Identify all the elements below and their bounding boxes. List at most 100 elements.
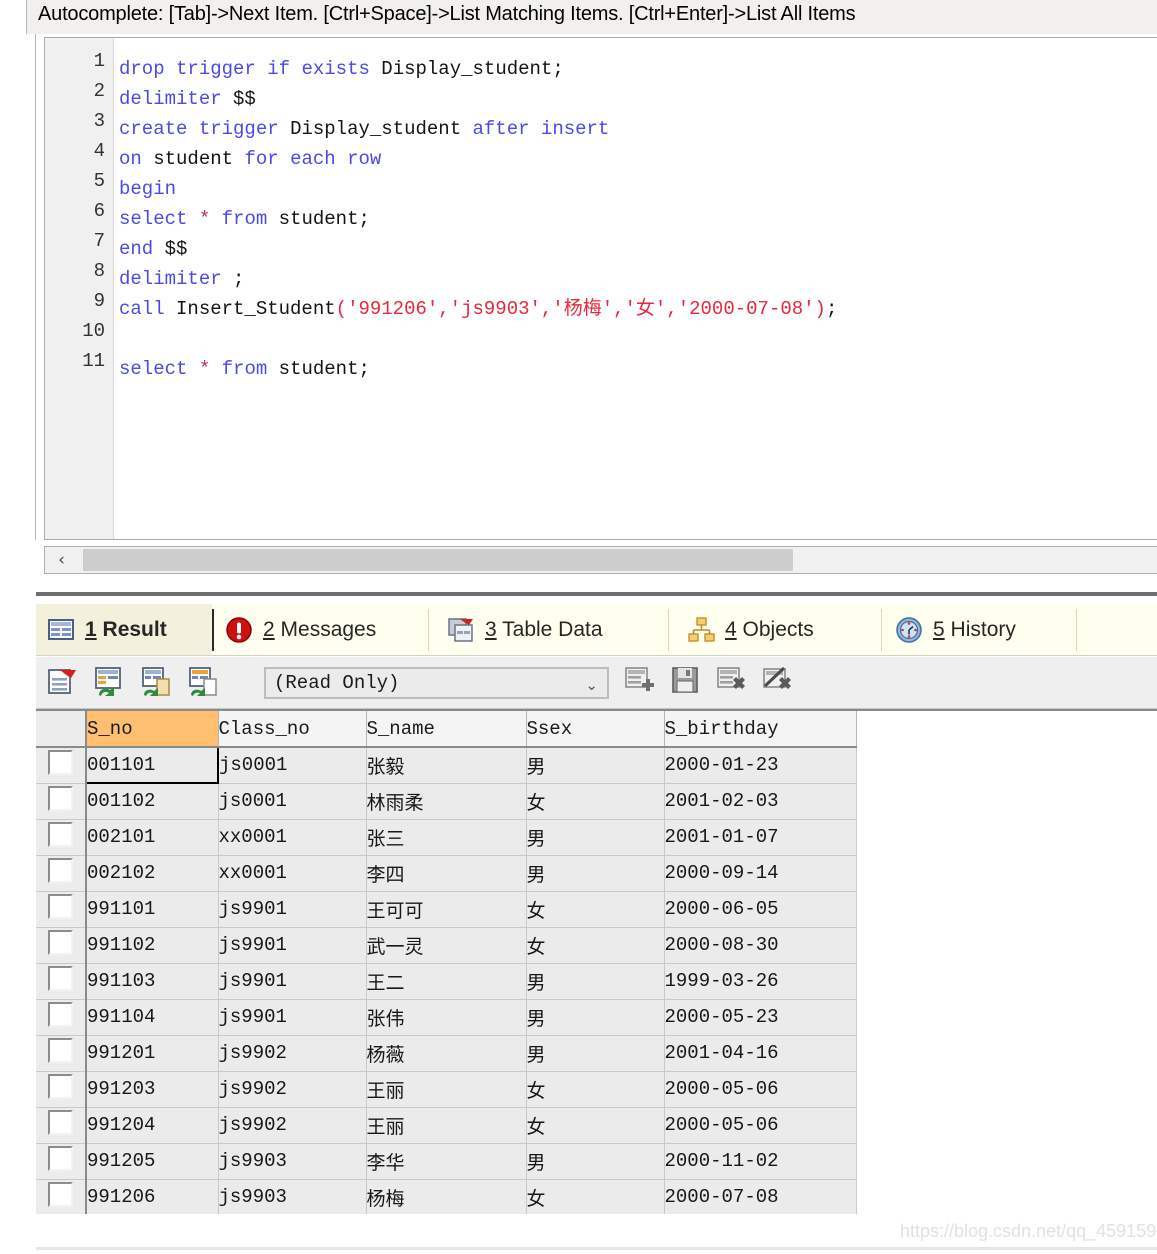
save-record-icon[interactable] xyxy=(670,665,704,699)
table-row[interactable]: 991206 js9903 杨梅 女 2000-07-08 xyxy=(36,1179,857,1216)
export-to-file-icon[interactable] xyxy=(140,665,174,699)
row-checkbox[interactable] xyxy=(48,1073,73,1099)
cell-s_birthday[interactable]: 2000-05-06 xyxy=(664,1107,857,1144)
cell-s_no[interactable]: 001101 xyxy=(85,746,219,784)
row-checkbox[interactable] xyxy=(48,1145,73,1171)
row-selector[interactable] xyxy=(36,1035,87,1072)
cell-s_no[interactable]: 991101 xyxy=(86,891,219,928)
table-row[interactable]: 991205 js9903 李华 男 2000-11-02 xyxy=(36,1143,857,1180)
table-row[interactable]: 002101 xx0001 张三 男 2001-01-07 xyxy=(36,819,857,856)
table-row[interactable]: 991204 js9902 王丽 女 2000-05-06 xyxy=(36,1107,857,1144)
row-selector[interactable] xyxy=(36,891,87,928)
cell-class_no[interactable]: xx0001 xyxy=(218,855,367,892)
select-all-corner[interactable] xyxy=(36,711,87,748)
cell-s_name[interactable]: 张伟 xyxy=(366,999,527,1036)
row-selector[interactable] xyxy=(36,1179,87,1216)
cell-s_name[interactable]: 张毅 xyxy=(366,747,527,784)
column-header-ssex[interactable]: Ssex xyxy=(526,711,665,748)
table-row[interactable]: 991101 js9901 王可可 女 2000-06-05 xyxy=(36,891,857,928)
cell-ssex[interactable]: 男 xyxy=(526,855,665,892)
row-selector[interactable] xyxy=(36,999,87,1036)
chevron-down-icon[interactable]: ⌄ xyxy=(585,676,598,694)
cell-class_no[interactable]: js0001 xyxy=(218,747,367,784)
cell-s_birthday[interactable]: 1999-03-26 xyxy=(664,963,857,1000)
row-selector[interactable] xyxy=(36,1143,87,1180)
row-checkbox[interactable] xyxy=(48,893,73,919)
code-line[interactable]: begin xyxy=(119,174,1157,204)
row-checkbox[interactable] xyxy=(48,785,73,811)
cell-s_birthday[interactable]: 2001-01-07 xyxy=(664,819,857,856)
cell-s_no[interactable]: 991103 xyxy=(86,963,219,1000)
tab-objects[interactable]: 4 Objects xyxy=(676,604,881,655)
row-checkbox[interactable] xyxy=(48,821,73,847)
cell-ssex[interactable]: 女 xyxy=(526,783,665,820)
sql-editor[interactable]: 1 2 3 4 5 6 7 8 9 10 11 drop trigger if exists Dis… xyxy=(44,37,1157,540)
cell-s_no[interactable]: 991203 xyxy=(86,1071,219,1108)
cell-s_name[interactable]: 林雨柔 xyxy=(366,783,527,820)
code-line[interactable]: delimiter $$ xyxy=(119,84,1157,114)
table-row[interactable]: 001101 js0001 张毅 男 2000-01-23 xyxy=(36,746,857,784)
code-line[interactable]: end $$ xyxy=(119,234,1157,264)
cell-s_birthday[interactable]: 2000-11-02 xyxy=(664,1143,857,1180)
cell-class_no[interactable]: js9901 xyxy=(218,963,367,1000)
row-checkbox[interactable] xyxy=(48,1037,73,1063)
code-line[interactable]: on student for each row xyxy=(119,144,1157,174)
row-checkbox[interactable] xyxy=(48,1109,73,1135)
cell-ssex[interactable]: 女 xyxy=(526,1179,665,1216)
editor-code-area[interactable]: drop trigger if exists Display_student; d… xyxy=(119,38,1157,384)
grid-edit-mode-dropdown[interactable]: (Read Only) ⌄ xyxy=(264,667,609,699)
row-checkbox[interactable] xyxy=(48,1001,73,1027)
row-selector[interactable] xyxy=(36,963,87,1000)
column-header-class_no[interactable]: Class_no xyxy=(218,711,367,748)
code-line[interactable]: create trigger Display_student after ins… xyxy=(119,114,1157,144)
export-result-icon[interactable] xyxy=(93,665,127,699)
cell-ssex[interactable]: 女 xyxy=(526,1071,665,1108)
cell-s_birthday[interactable]: 2000-06-05 xyxy=(664,891,857,928)
cell-s_name[interactable]: 李华 xyxy=(366,1143,527,1180)
cell-s_no[interactable]: 991206 xyxy=(86,1179,219,1216)
row-checkbox[interactable] xyxy=(48,857,73,883)
row-selector[interactable] xyxy=(36,783,87,820)
table-row[interactable]: 991201 js9902 杨薇 男 2001-04-16 xyxy=(36,1035,857,1072)
cell-s_no[interactable]: 991205 xyxy=(86,1143,219,1180)
row-selector[interactable] xyxy=(36,855,87,892)
discard-changes-icon[interactable] xyxy=(762,665,796,699)
table-row[interactable]: 001102 js0001 林雨柔 女 2001-02-03 xyxy=(36,783,857,820)
cell-s_birthday[interactable]: 2000-01-23 xyxy=(664,747,857,784)
cell-s_name[interactable]: 杨梅 xyxy=(366,1179,527,1216)
cell-s_no[interactable]: 991204 xyxy=(86,1107,219,1144)
tab-result[interactable]: 1 Result xyxy=(36,604,212,655)
table-row[interactable]: 002102 xx0001 李四 男 2000-09-14 xyxy=(36,855,857,892)
cell-ssex[interactable]: 女 xyxy=(526,1107,665,1144)
row-selector[interactable] xyxy=(36,927,87,964)
row-selector[interactable] xyxy=(36,1107,87,1144)
tab-messages[interactable]: 2 Messages xyxy=(214,604,428,655)
cell-ssex[interactable]: 男 xyxy=(526,1035,665,1072)
result-data-grid[interactable]: S_no Class_no S_name Ssex S_birthday 001101 js… xyxy=(36,709,1157,1236)
result-table[interactable]: S_no Class_no S_name Ssex S_birthday 001101 js… xyxy=(36,711,857,1216)
refresh-result-icon[interactable] xyxy=(46,665,80,699)
cell-s_name[interactable]: 李四 xyxy=(366,855,527,892)
row-checkbox[interactable] xyxy=(48,929,73,955)
cell-class_no[interactable]: js9901 xyxy=(218,891,367,928)
code-line[interactable] xyxy=(119,324,1157,354)
row-checkbox[interactable] xyxy=(48,965,73,991)
table-row[interactable]: 991103 js9901 王二 男 1999-03-26 xyxy=(36,963,857,1000)
row-selector[interactable] xyxy=(36,1071,87,1108)
cell-class_no[interactable]: xx0001 xyxy=(218,819,367,856)
cell-s_name[interactable]: 杨薇 xyxy=(366,1035,527,1072)
cell-s_name[interactable]: 王可可 xyxy=(366,891,527,928)
cell-s_no[interactable]: 002101 xyxy=(86,819,219,856)
cell-ssex[interactable]: 男 xyxy=(526,963,665,1000)
cell-ssex[interactable]: 女 xyxy=(526,891,665,928)
export-to-doc-icon[interactable] xyxy=(187,665,221,699)
column-header-s_no[interactable]: S_no xyxy=(86,711,219,748)
cell-s_birthday[interactable]: 2001-04-16 xyxy=(664,1035,857,1072)
insert-record-icon[interactable] xyxy=(624,665,658,699)
cell-s_no[interactable]: 991201 xyxy=(86,1035,219,1072)
cell-ssex[interactable]: 男 xyxy=(526,819,665,856)
cell-s_name[interactable]: 王二 xyxy=(366,963,527,1000)
cell-class_no[interactable]: js9902 xyxy=(218,1071,367,1108)
cell-class_no[interactable]: js9902 xyxy=(218,1107,367,1144)
code-line[interactable]: select * from student; xyxy=(119,354,1157,384)
